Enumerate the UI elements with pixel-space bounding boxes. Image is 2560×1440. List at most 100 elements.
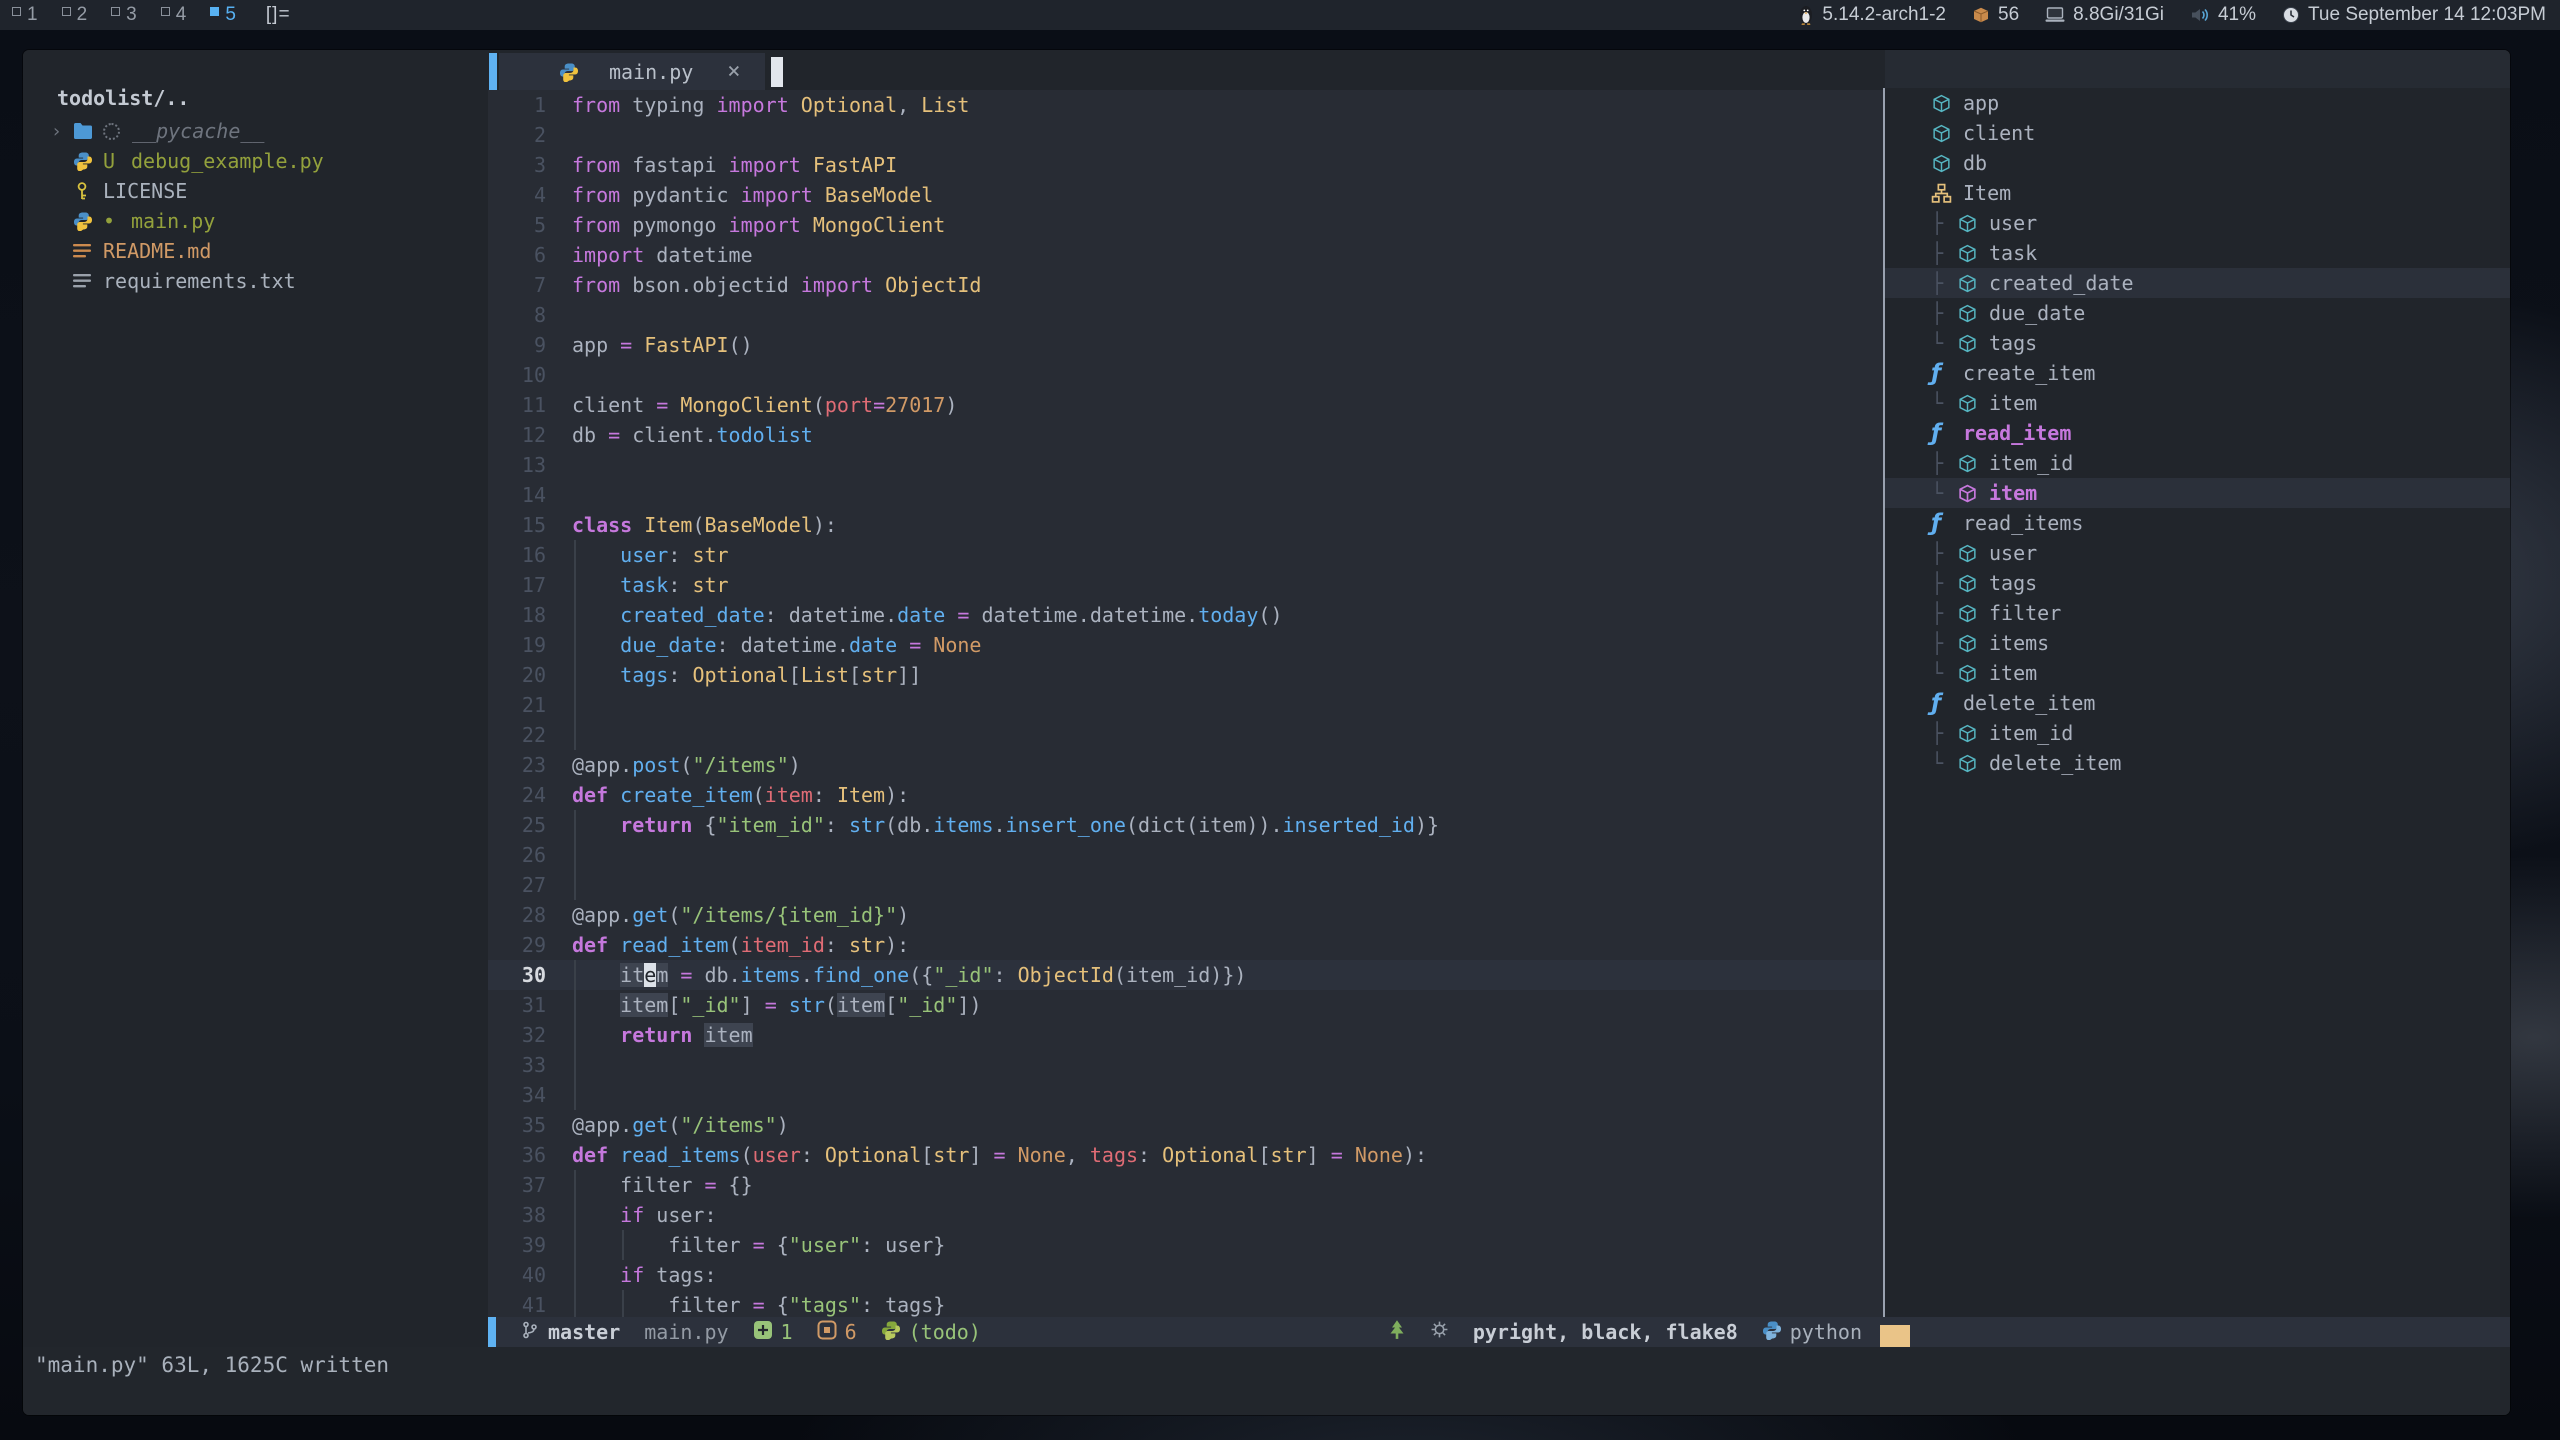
code-token bbox=[632, 333, 644, 357]
code-token: def bbox=[572, 1143, 608, 1167]
code-line-3[interactable]: 3from fastapi import FastAPI bbox=[488, 150, 1883, 180]
code-line-28[interactable]: 28@app.get("/items/{item_id}") bbox=[488, 900, 1883, 930]
layout-indicator[interactable]: []= bbox=[266, 4, 291, 26]
cube-icon bbox=[1957, 603, 1978, 624]
symbol-items[interactable]: ├items bbox=[1885, 628, 2510, 658]
code-line-31[interactable]: 31 item["_id"] = str(item["_id"]) bbox=[488, 990, 1883, 1020]
symbol-item[interactable]: └item bbox=[1885, 388, 2510, 418]
code-line-15[interactable]: 15class Item(BaseModel): bbox=[488, 510, 1883, 540]
code-token: filter bbox=[572, 1293, 753, 1317]
code-line-32[interactable]: 32 return item bbox=[488, 1020, 1883, 1050]
penguin-icon bbox=[1798, 5, 1814, 25]
filetree-item-license[interactable]: LICENSE bbox=[23, 176, 488, 206]
code-line-10[interactable]: 10 bbox=[488, 360, 1883, 390]
code-line-29[interactable]: 29def read_item(item_id: str): bbox=[488, 930, 1883, 960]
tree-connector: ├ bbox=[1931, 451, 1957, 475]
code-token: str bbox=[849, 933, 885, 957]
code-line-4[interactable]: 4from pydantic import BaseModel bbox=[488, 180, 1883, 210]
tab-main-py[interactable]: main.py × bbox=[499, 53, 765, 90]
workspace-5[interactable]: 5 bbox=[210, 4, 236, 26]
code-line-21[interactable]: 21 bbox=[488, 690, 1883, 720]
code-token: import bbox=[717, 93, 789, 117]
code-line-26[interactable]: 26 bbox=[488, 840, 1883, 870]
filetree-item-readme-md[interactable]: README.md bbox=[23, 236, 488, 266]
code-line-35[interactable]: 35@app.get("/items") bbox=[488, 1110, 1883, 1140]
workspace-4[interactable]: 4 bbox=[161, 4, 187, 26]
filetree-item-requirements-txt[interactable]: requirements.txt bbox=[23, 266, 488, 296]
code-line-12[interactable]: 12db = client.todolist bbox=[488, 420, 1883, 450]
code-line-9[interactable]: 9app = FastAPI() bbox=[488, 330, 1883, 360]
code-line-8[interactable]: 8 bbox=[488, 300, 1883, 330]
symbol-delete-item[interactable]: └delete_item bbox=[1885, 748, 2510, 778]
code-token: client bbox=[572, 393, 656, 417]
code-line-18[interactable]: 18 created_date: datetime.date = datetim… bbox=[488, 600, 1883, 630]
code-line-27[interactable]: 27 bbox=[488, 870, 1883, 900]
code-line-22[interactable]: 22 bbox=[488, 720, 1883, 750]
code-line-24[interactable]: 24def create_item(item: Item): bbox=[488, 780, 1883, 810]
code-line-20[interactable]: 20 tags: Optional[List[str]] bbox=[488, 660, 1883, 690]
symbol-read-items[interactable]: ƒread_items bbox=[1885, 508, 2510, 538]
code-line-38[interactable]: 38 if user: bbox=[488, 1200, 1883, 1230]
code-line-5[interactable]: 5from pymongo import MongoClient bbox=[488, 210, 1883, 240]
symbol-label: tags bbox=[1989, 571, 2037, 595]
symbol-item[interactable]: └item bbox=[1885, 478, 2510, 508]
code-line-23[interactable]: 23@app.post("/items") bbox=[488, 750, 1883, 780]
filetree-item-main-py[interactable]: •main.py bbox=[23, 206, 488, 236]
symbol-read-item[interactable]: ƒread_item bbox=[1885, 418, 2510, 448]
system-bar: 12345[]= 5.14.2-arch1-2568.8Gi/31Gi41%Tu… bbox=[0, 0, 2560, 30]
symbol-db[interactable]: db bbox=[1885, 148, 2510, 178]
symbol-due-date[interactable]: ├due_date bbox=[1885, 298, 2510, 328]
file-tree-root[interactable]: todolist/.. bbox=[57, 86, 488, 110]
workspace-1[interactable]: 1 bbox=[12, 4, 38, 26]
symbol-created-date[interactable]: ├created_date bbox=[1885, 268, 2510, 298]
code-line-33[interactable]: 33 bbox=[488, 1050, 1883, 1080]
symbol-item-id[interactable]: ├item_id bbox=[1885, 718, 2510, 748]
symbol-tags[interactable]: ├tags bbox=[1885, 568, 2510, 598]
symbol-label: read_item bbox=[1963, 421, 2071, 445]
symbol-user[interactable]: ├user bbox=[1885, 538, 2510, 568]
code-line-11[interactable]: 11client = MongoClient(port=27017) bbox=[488, 390, 1883, 420]
code-line-37[interactable]: 37 filter = {} bbox=[488, 1170, 1883, 1200]
code-line-17[interactable]: 17 task: str bbox=[488, 570, 1883, 600]
code-line-16[interactable]: 16 user: str bbox=[488, 540, 1883, 570]
code-token: ( bbox=[680, 753, 692, 777]
code-token: ) bbox=[777, 1113, 789, 1137]
symbol-item[interactable]: Item bbox=[1885, 178, 2510, 208]
code-line-36[interactable]: 36def read_items(user: Optional[str] = N… bbox=[488, 1140, 1883, 1170]
filetree-item-pycache[interactable]: ›__pycache__ bbox=[23, 116, 488, 146]
symbol-user[interactable]: ├user bbox=[1885, 208, 2510, 238]
code-line-39[interactable]: 39 filter = {"user": user} bbox=[488, 1230, 1883, 1260]
code-area[interactable]: 1from typing import Optional, List23from… bbox=[488, 90, 1883, 1317]
workspace-2[interactable]: 2 bbox=[62, 4, 88, 26]
code-token: . bbox=[994, 813, 1006, 837]
code-line-6[interactable]: 6import datetime bbox=[488, 240, 1883, 270]
cube-icon bbox=[1957, 333, 1978, 354]
symbol-client[interactable]: client bbox=[1885, 118, 2510, 148]
chevron-right-icon[interactable]: › bbox=[51, 121, 73, 142]
code-line-19[interactable]: 19 due_date: datetime.date = None bbox=[488, 630, 1883, 660]
symbol-filter[interactable]: ├filter bbox=[1885, 598, 2510, 628]
symbol-create-item[interactable]: ƒcreate_item bbox=[1885, 358, 2510, 388]
workspace-3[interactable]: 3 bbox=[111, 4, 137, 26]
code-line-41[interactable]: 41 filter = {"tags": tags} bbox=[488, 1290, 1883, 1317]
code-line-25[interactable]: 25 return {"item_id": str(db.items.inser… bbox=[488, 810, 1883, 840]
code-line-14[interactable]: 14 bbox=[488, 480, 1883, 510]
code-line-13[interactable]: 13 bbox=[488, 450, 1883, 480]
code-token: = bbox=[873, 393, 885, 417]
code-line-30[interactable]: 30 item = db.items.find_one({"_id": Obje… bbox=[488, 960, 1883, 990]
code-line-7[interactable]: 7from bson.objectid import ObjectId bbox=[488, 270, 1883, 300]
symbol-delete-item[interactable]: ƒdelete_item bbox=[1885, 688, 2510, 718]
code-line-1[interactable]: 1from typing import Optional, List bbox=[488, 90, 1883, 120]
line-number: 18 bbox=[496, 600, 546, 630]
editor-panel[interactable]: main.py × 1from typing import Optional, … bbox=[488, 50, 1883, 1317]
symbol-item-id[interactable]: ├item_id bbox=[1885, 448, 2510, 478]
symbol-item[interactable]: └item bbox=[1885, 658, 2510, 688]
filetree-item-debug-example-py[interactable]: Udebug_example.py bbox=[23, 146, 488, 176]
code-line-34[interactable]: 34 bbox=[488, 1080, 1883, 1110]
close-icon[interactable]: × bbox=[727, 59, 740, 84]
symbol-tags[interactable]: └tags bbox=[1885, 328, 2510, 358]
symbol-app[interactable]: app bbox=[1885, 88, 2510, 118]
code-line-40[interactable]: 40 if tags: bbox=[488, 1260, 1883, 1290]
code-line-2[interactable]: 2 bbox=[488, 120, 1883, 150]
symbol-task[interactable]: ├task bbox=[1885, 238, 2510, 268]
